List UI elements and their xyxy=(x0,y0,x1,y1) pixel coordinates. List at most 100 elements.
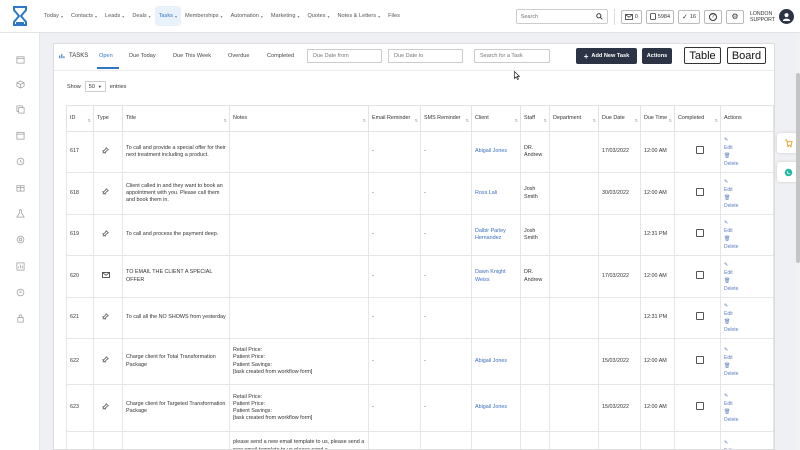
column-header-type[interactable]: Type xyxy=(93,105,123,132)
actions-button[interactable]: Actions xyxy=(642,48,672,64)
reports-icon[interactable] xyxy=(15,261,25,271)
tab-due-this-week[interactable]: Due This Week xyxy=(173,53,211,59)
tab-open[interactable]: Open xyxy=(99,53,113,59)
calendar-grid-icon[interactable] xyxy=(15,130,25,140)
column-header-due-date[interactable]: Due Date ⇅ xyxy=(598,105,641,132)
nav-item-files[interactable]: Files xyxy=(384,6,404,26)
completed-checkbox[interactable] xyxy=(696,270,704,279)
edit-link[interactable]: ✎ Edit xyxy=(724,346,770,362)
nav-item-automation[interactable]: Automation ▾ xyxy=(227,6,267,26)
page-size-select[interactable]: 50 ▼ xyxy=(84,81,106,92)
help-button[interactable]: ? xyxy=(704,9,723,24)
column-header-completed[interactable]: Completed ⇅ xyxy=(674,105,721,132)
marketing-icon[interactable] xyxy=(15,234,25,244)
edit-link[interactable]: ✎ Edit xyxy=(724,392,770,408)
cell-client[interactable]: Dawn Knight Weiss xyxy=(471,255,521,298)
delete-link[interactable]: 🗑 Delete xyxy=(724,408,770,424)
cell-client[interactable]: Dalbir Parley Hernandez xyxy=(471,214,521,256)
board-view-button[interactable]: Board xyxy=(727,47,766,64)
nav-item-tasks[interactable]: Tasks ▾ xyxy=(154,6,181,26)
nav-item-notes-letters[interactable]: Notes & Letters ▾ xyxy=(334,6,385,26)
calendar-icon[interactable] xyxy=(15,54,25,64)
edit-link[interactable]: ✎ Edit xyxy=(724,261,770,277)
global-search-input[interactable]: Search xyxy=(515,9,608,24)
box-icon[interactable] xyxy=(15,79,25,89)
scrollbar-thumb[interactable] xyxy=(796,73,800,263)
search-icon[interactable] xyxy=(595,13,603,20)
tab-due-today[interactable]: Due Today xyxy=(129,53,156,59)
completed-checkbox[interactable] xyxy=(696,312,704,321)
nav-item-deals[interactable]: Deals ▾ xyxy=(128,6,154,26)
completed-checkbox[interactable] xyxy=(696,146,704,155)
table-row[interactable]: 622 Charge client for Total Transformatio… xyxy=(66,338,774,385)
sort-icon[interactable]: ⇅ xyxy=(515,117,518,124)
calls-button[interactable]: 5984 xyxy=(645,9,675,24)
lab-icon[interactable] xyxy=(15,208,25,218)
sort-icon[interactable]: ⇅ xyxy=(544,117,547,124)
edit-link[interactable]: ✎ Edit xyxy=(724,219,770,235)
nav-item-today[interactable]: Today ▾ xyxy=(40,6,67,26)
delete-link[interactable]: 🗑 Delete xyxy=(724,362,770,378)
column-header-sms-reminder[interactable]: SMS Reminder ⇅ xyxy=(420,105,472,132)
sort-icon[interactable]: ⇅ xyxy=(593,117,596,124)
edit-link[interactable]: ✎ Edit xyxy=(724,136,770,152)
messages-button[interactable]: 0 xyxy=(620,9,642,24)
task-search-input[interactable]: Search for a Task xyxy=(474,49,550,63)
sort-icon[interactable]: ⇅ xyxy=(224,117,227,124)
edit-link[interactable]: ✎ Edit xyxy=(724,439,770,450)
avatar[interactable] xyxy=(779,9,794,24)
delete-link[interactable]: 🗑 Delete xyxy=(724,194,770,210)
sort-icon[interactable]: ⇅ xyxy=(635,117,638,124)
table-row[interactable]: 620 TO EMAIL THE CLIENT A SPECIAL OFFER - -… xyxy=(66,255,774,298)
column-header-due-time[interactable]: Due Time ⇅ xyxy=(640,105,675,132)
nav-item-contacts[interactable]: Contacts ▾ xyxy=(67,6,101,26)
page-scrollbar[interactable] xyxy=(796,33,800,450)
nav-item-memberships[interactable]: Memberships ▾ xyxy=(181,6,227,26)
add-new-task-button[interactable]: + Add New Task xyxy=(576,48,637,64)
tab-overdue[interactable]: Overdue xyxy=(228,53,249,59)
delete-link[interactable]: 🗑 Delete xyxy=(724,318,770,334)
table-row[interactable]: 619 To call and process the payment deep.… xyxy=(66,214,774,256)
currency-icon[interactable] xyxy=(15,287,25,297)
column-header-client[interactable]: Client ⇅ xyxy=(471,105,521,132)
delete-link[interactable]: 🗑 Delete xyxy=(724,235,770,251)
sort-icon[interactable]: ⇅ xyxy=(415,117,418,124)
nav-item-leads[interactable]: Leads ▾ xyxy=(101,6,128,26)
delete-link[interactable]: 🗑 Delete xyxy=(724,152,770,168)
cell-client[interactable]: Abigail Jones xyxy=(471,384,521,432)
tasks-badge-button[interactable]: ✓ 16 xyxy=(678,9,701,24)
column-header-actions[interactable]: Actions xyxy=(720,105,774,132)
gift-icon[interactable] xyxy=(15,182,25,192)
edit-link[interactable]: ✎ Edit xyxy=(724,178,770,194)
column-header-notes[interactable]: Notes ⇅ xyxy=(229,105,369,132)
table-row[interactable]: 618 Client called in and they want to boo… xyxy=(66,172,774,215)
due-date-to-input[interactable]: Due Date to xyxy=(388,49,463,63)
tab-completed[interactable]: Completed xyxy=(267,53,294,59)
table-row[interactable]: 617 To call and provide a special offer f… xyxy=(66,131,774,173)
app-logo[interactable] xyxy=(0,0,40,33)
cell-client[interactable]: Ross Lali xyxy=(471,172,521,215)
cell-client[interactable]: Abigail Jones xyxy=(471,131,521,173)
completed-checkbox[interactable] xyxy=(696,187,704,196)
column-header-department[interactable]: Department ⇅ xyxy=(549,105,599,132)
sort-icon[interactable]: ⇅ xyxy=(466,117,469,124)
table-row[interactable]: please send a new email template to us, … xyxy=(66,431,774,450)
completed-checkbox[interactable] xyxy=(696,229,704,238)
table-row[interactable]: 621 To call all the NO SHOWS from yesterd… xyxy=(66,297,774,339)
lock-icon[interactable] xyxy=(15,313,25,323)
sort-icon[interactable]: ⇅ xyxy=(715,117,718,124)
due-date-from-input[interactable]: Due Date from xyxy=(307,49,382,63)
copy-icon[interactable] xyxy=(15,104,25,114)
settings-button[interactable]: ⚙ xyxy=(726,9,745,24)
nav-item-quotes[interactable]: Quotes ▾ xyxy=(303,6,333,26)
user-name[interactable]: LONDON SUPPORT xyxy=(750,11,775,23)
column-header-staff[interactable]: Staff ⇅ xyxy=(520,105,550,132)
table-row[interactable]: 623 Charge client for Targeted Transforma… xyxy=(66,384,774,432)
column-header-id[interactable]: ID ⇅ xyxy=(66,105,94,132)
column-header-title[interactable]: Title ⇅ xyxy=(122,105,230,132)
sort-icon[interactable]: ⇅ xyxy=(363,117,366,124)
table-view-button[interactable]: Table xyxy=(684,47,721,64)
nav-item-marketing[interactable]: Marketing ▾ xyxy=(267,6,304,26)
sort-icon[interactable]: ⇅ xyxy=(669,117,672,124)
delete-link[interactable]: 🗑 Delete xyxy=(724,277,770,293)
